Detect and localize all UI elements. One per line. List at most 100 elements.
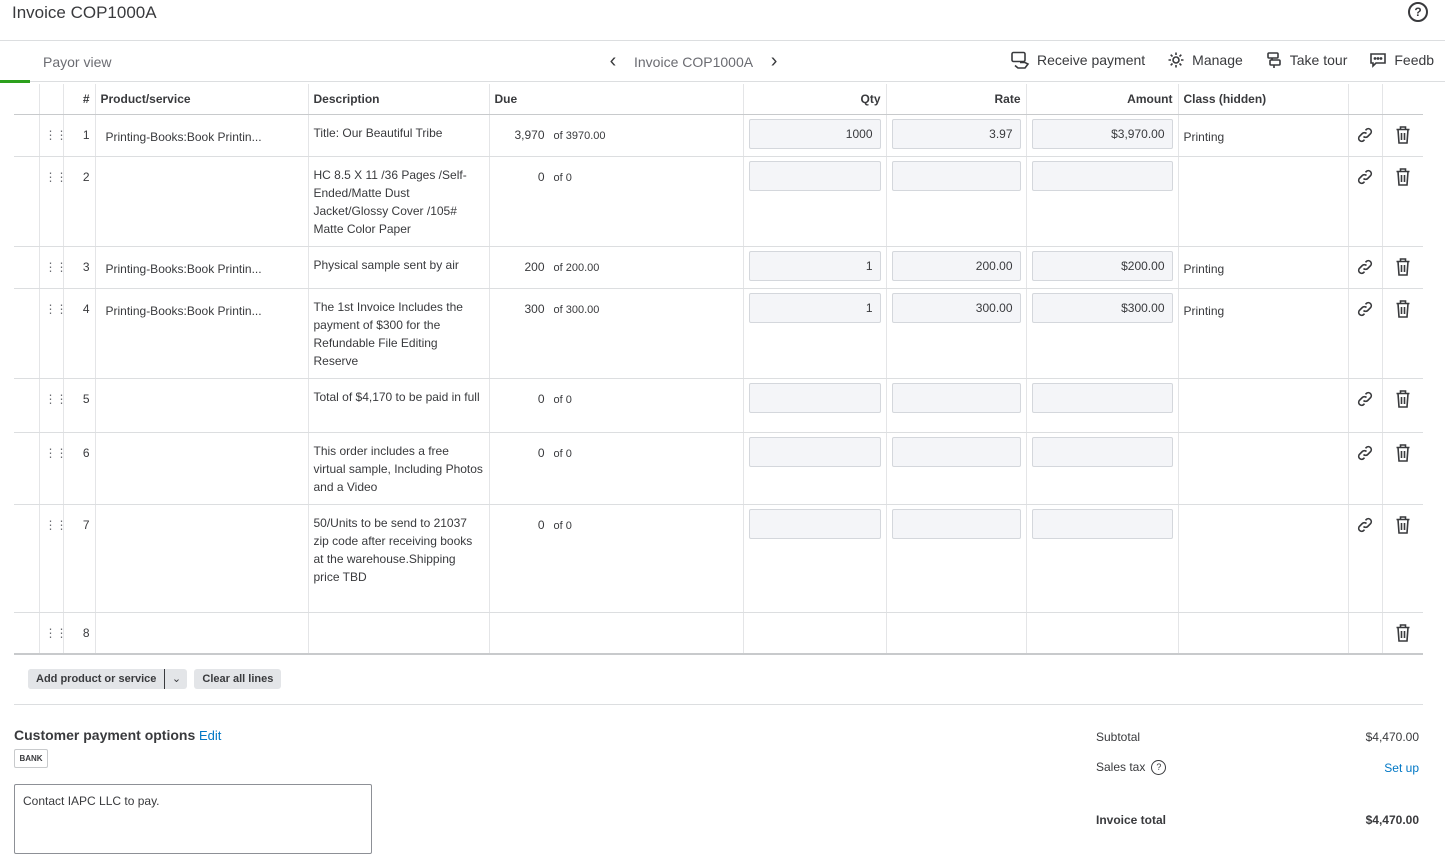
product-cell[interactable]: Printing-Books:Book Printin... [94,114,308,157]
class-cell[interactable] [1177,378,1348,433]
qty-field[interactable]: 1 [748,292,881,323]
chevron-down-icon[interactable]: ⌄ [164,669,187,689]
class-cell[interactable] [1177,156,1348,247]
trash-icon[interactable] [1388,157,1419,190]
trash-icon[interactable] [1388,247,1419,280]
drag-handle-icon[interactable]: ⋮⋮ [45,289,68,316]
due-value: 0 [537,169,545,184]
rate-field[interactable] [891,436,1021,467]
qty-cell [742,612,886,655]
rate-field[interactable] [891,508,1021,539]
amount-cell [1025,378,1178,433]
class-cell[interactable] [1177,432,1348,505]
link-icon[interactable] [1354,379,1377,412]
help-icon[interactable]: ? [1408,2,1428,22]
product-cell[interactable] [94,504,308,613]
clear-all-lines-button[interactable]: Clear all lines [194,669,282,689]
amount-field[interactable]: $3,970.00 [1031,118,1173,149]
amount-field[interactable]: $300.00 [1031,292,1173,323]
drag-handle-icon[interactable]: ⋮⋮ [45,379,68,406]
add-product-button[interactable]: Add product or service [28,669,165,689]
description-cell[interactable] [307,612,489,655]
link-icon[interactable] [1354,157,1377,190]
link-cell [1347,246,1382,289]
rate-field[interactable]: 3.97 [891,118,1021,149]
qty-field[interactable]: 1000 [748,118,881,149]
description-text: Physical sample sent by air [313,257,459,272]
header-rate: Rate [885,84,1026,115]
due-wrap: 200 of 200.00 [495,247,738,274]
toolbar-actions: Receive payment Manage Take tour Feedb [1010,51,1445,69]
due-value: 200 [524,259,545,274]
description-cell[interactable]: Total of $4,170 to be paid in full [307,378,489,433]
payment-options-edit-link[interactable]: Edit [199,728,221,743]
signpost-icon [1266,52,1281,68]
link-icon[interactable] [1354,505,1377,538]
qty-field[interactable] [748,508,881,539]
trash-icon[interactable] [1388,379,1419,412]
link-icon[interactable] [1354,115,1377,148]
receive-payment-button[interactable]: Receive payment [1010,51,1145,69]
amount-field[interactable]: $200.00 [1031,250,1173,281]
sales-tax-setup-link[interactable]: Set up [1384,761,1419,775]
amount-field[interactable] [1031,382,1173,413]
trash-icon[interactable] [1388,433,1419,466]
description-cell[interactable]: This order includes a free virtual sampl… [307,432,489,505]
rate-field[interactable]: 200.00 [891,250,1021,281]
product-cell[interactable] [94,156,308,247]
chevron-left-icon[interactable]: ‹ [604,51,622,73]
payment-memo-field[interactable]: Contact IAPC LLC to pay. [14,784,372,854]
link-icon[interactable] [1354,433,1377,466]
row-number-cell: 7 [62,504,95,613]
trash-icon[interactable] [1388,289,1419,322]
tab-payor-view[interactable]: Payor view [0,42,140,83]
rate-field[interactable] [891,160,1021,191]
take-tour-button[interactable]: Take tour [1265,51,1347,69]
class-cell[interactable]: Printing [1177,288,1348,379]
trash-icon[interactable] [1388,505,1419,538]
class-cell[interactable] [1177,504,1348,613]
qty-field[interactable] [748,160,881,191]
trash-icon[interactable] [1388,115,1419,148]
drag-handle-icon[interactable]: ⋮⋮ [45,613,68,640]
trash-icon[interactable] [1388,613,1419,646]
drag-handle-icon[interactable]: ⋮⋮ [45,115,68,142]
drag-handle-cell: ⋮⋮ [38,246,68,289]
drag-handle-icon[interactable]: ⋮⋮ [45,433,68,460]
product-text [101,433,303,446]
amount-field[interactable] [1031,508,1173,539]
product-cell[interactable]: Printing-Books:Book Printin... [94,288,308,379]
description-cell[interactable]: Title: Our Beautiful Tribe [307,114,489,157]
feedback-button[interactable]: Feedb [1369,51,1434,69]
amount-field[interactable] [1031,160,1173,191]
product-cell[interactable] [94,432,308,505]
header-empty [14,84,39,115]
link-icon[interactable] [1354,247,1377,280]
class-cell[interactable] [1177,612,1348,655]
product-cell[interactable] [94,378,308,433]
amount-field[interactable] [1031,436,1173,467]
row-number: 5 [82,391,90,406]
description-cell[interactable]: 50/Units to be send to 21037 zip code af… [307,504,489,613]
qty-field[interactable]: 1 [748,250,881,281]
sales-tax-help-icon[interactable]: ? [1151,760,1167,776]
description-cell[interactable]: Physical sample sent by air [307,246,489,289]
manage-label: Manage [1192,52,1243,68]
description-cell[interactable]: HC 8.5 X 11 /36 Pages /Self-Ended/Matte … [307,156,489,247]
drag-handle-icon[interactable]: ⋮⋮ [45,157,68,184]
link-icon[interactable] [1354,289,1377,322]
manage-button[interactable]: Manage [1167,51,1243,69]
qty-field[interactable] [748,382,881,413]
class-cell[interactable]: Printing [1177,246,1348,289]
class-cell[interactable]: Printing [1177,114,1348,157]
drag-handle-icon[interactable]: ⋮⋮ [45,247,68,274]
qty-field[interactable] [748,436,881,467]
description-cell[interactable]: The 1st Invoice Includes the payment of … [307,288,489,379]
chevron-right-icon[interactable]: › [765,51,783,73]
rate-field[interactable] [891,382,1021,413]
rate-field[interactable]: 300.00 [891,292,1021,323]
product-cell[interactable]: Printing-Books:Book Printin... [94,246,308,289]
product-cell[interactable] [94,612,308,655]
drag-handle-icon[interactable]: ⋮⋮ [45,505,68,532]
due-of: of 0 [553,519,572,532]
